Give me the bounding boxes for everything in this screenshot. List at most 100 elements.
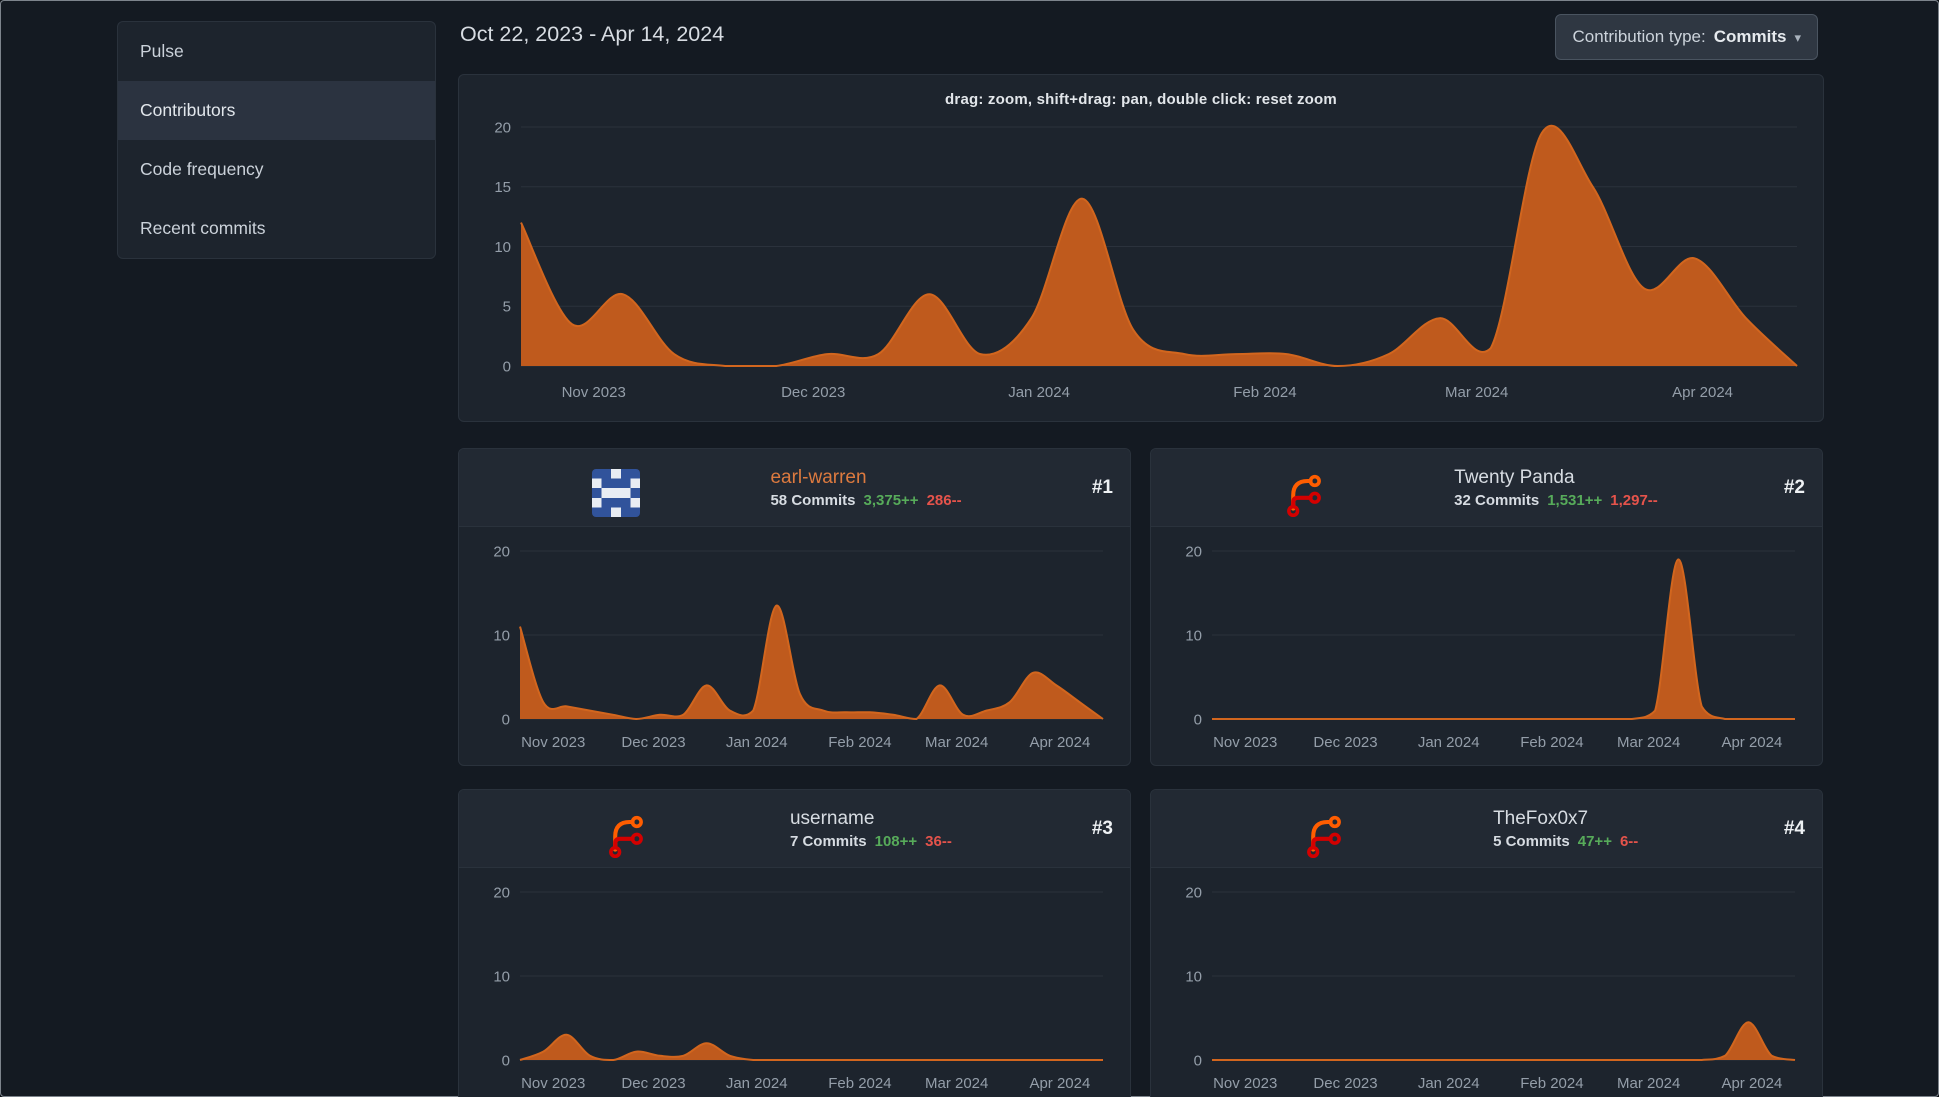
commit-count: 58 Commits [770,491,856,509]
contributor-stats: 58 Commits 3,375++ 286-- [770,492,961,509]
contributor-rank-badge: #4 [1783,817,1805,839]
contribution-type-label: Contribution type: [1572,27,1706,46]
svg-text:20: 20 [493,884,510,901]
svg-text:Apr 2024: Apr 2024 [1721,1075,1782,1092]
svg-text:20: 20 [1185,543,1202,560]
svg-text:0: 0 [503,358,511,375]
contributor-name[interactable]: earl-warren [770,467,961,489]
svg-text:Mar 2024: Mar 2024 [1617,1075,1680,1092]
chevron-down-icon: ▾ [1794,29,1801,45]
svg-text:Feb 2024: Feb 2024 [1520,1075,1583,1092]
forgejo-logo-icon [1287,474,1321,517]
svg-text:Nov 2023: Nov 2023 [1213,1075,1277,1092]
svg-text:10: 10 [1185,627,1202,644]
contributors-page: Pulse Contributors Code frequency Recent… [0,0,1939,1097]
svg-text:Apr 2024: Apr 2024 [1029,734,1090,751]
svg-text:Mar 2024: Mar 2024 [925,734,988,751]
svg-text:20: 20 [494,119,511,136]
additions-count: 108++ [874,832,918,850]
deletions-count: 6-- [1619,832,1639,850]
commit-count: 5 Commits [1493,832,1570,850]
svg-text:Apr 2024: Apr 2024 [1672,384,1733,401]
svg-text:0: 0 [502,711,510,728]
svg-text:Apr 2024: Apr 2024 [1029,1075,1090,1092]
main-content: Oct 22, 2023 - Apr 14, 2024 Contribution… [458,0,1824,1097]
contributor-stats: 7 Commits 108++ 36-- [790,833,952,850]
contributor-rank-badge: #2 [1783,476,1805,498]
svg-text:5: 5 [503,299,511,316]
contributor-card-header: username 7 Commits 108++ 36-- #3 [459,790,1130,868]
commit-count: 32 Commits [1454,491,1540,509]
contributor-stats: 32 Commits 1,531++ 1,297-- [1454,492,1658,509]
svg-text:Feb 2024: Feb 2024 [828,734,891,751]
sidebar-item-contributors[interactable]: Contributors [118,81,435,140]
commit-count: 7 Commits [789,832,867,850]
svg-text:10: 10 [493,968,510,985]
svg-text:Feb 2024: Feb 2024 [1520,734,1583,751]
svg-text:Dec 2023: Dec 2023 [1313,1075,1377,1092]
contribution-type-dropdown[interactable]: Contribution type: Commits ▾ [1555,14,1818,60]
forgejo-logo-icon [1306,815,1341,858]
forgejo-logo-icon [609,815,643,858]
svg-text:Jan 2024: Jan 2024 [726,1075,788,1092]
svg-text:Dec 2023: Dec 2023 [621,1075,685,1092]
contributor-name[interactable]: username [790,808,952,830]
contributor-name[interactable]: TheFox0x7 [1493,808,1638,830]
contributor-rank-badge: #3 [1091,817,1113,839]
svg-text:Nov 2023: Nov 2023 [521,734,585,751]
contributor-name[interactable]: Twenty Panda [1454,467,1658,489]
contributor-avatar-identicon [592,468,641,517]
contribution-type-value: Commits [1713,27,1787,46]
deletions-count: 286-- [926,491,962,509]
svg-text:Nov 2023: Nov 2023 [1213,734,1277,751]
svg-text:Apr 2024: Apr 2024 [1721,734,1782,751]
svg-text:Mar 2024: Mar 2024 [925,1075,988,1092]
svg-text:Jan 2024: Jan 2024 [1418,1075,1480,1092]
svg-text:20: 20 [1185,884,1202,901]
svg-text:Jan 2024: Jan 2024 [1418,734,1480,751]
chart-zoom-hint: drag: zoom, shift+drag: pan, double clic… [945,91,1337,108]
svg-text:Dec 2023: Dec 2023 [781,384,845,401]
contributor-chart[interactable]: 0 10 20 Nov 2023 Dec 2023 Jan 2024 Feb 2024 Mar… [474,878,1115,1097]
sidebar-item-code-frequency[interactable]: Code frequency [118,140,435,199]
contributor-card: earl-warren 58 Commits 3,375++ 286-- #1 … [458,448,1131,766]
additions-count: 1,531++ [1547,491,1603,509]
svg-text:0: 0 [502,1052,510,1069]
sidebar-item-recent-commits[interactable]: Recent commits [118,199,435,258]
svg-text:0: 0 [1194,1052,1202,1069]
svg-text:15: 15 [494,179,511,196]
contributor-stats: 5 Commits 47++ 6-- [1493,833,1638,850]
contributor-card: TheFox0x7 5 Commits 47++ 6-- #4 0 10 20 Nov… [1150,789,1823,1097]
additions-count: 3,375++ [863,491,919,509]
contributor-chart[interactable]: 0 10 20 Nov 2023 Dec 2023 Jan 2024 Feb 2024 Mar… [1166,878,1807,1097]
svg-text:Feb 2024: Feb 2024 [1233,384,1296,401]
svg-text:Mar 2024: Mar 2024 [1617,734,1680,751]
svg-text:0: 0 [1194,711,1202,728]
svg-text:10: 10 [494,239,511,256]
main-chart-panel: drag: zoom, shift+drag: pan, double clic… [458,74,1824,422]
svg-text:Mar 2024: Mar 2024 [1445,384,1508,401]
svg-text:20: 20 [493,543,510,560]
svg-text:Jan 2024: Jan 2024 [726,734,788,751]
additions-count: 47++ [1577,832,1612,850]
svg-text:10: 10 [1185,968,1202,985]
svg-text:Dec 2023: Dec 2023 [621,734,685,751]
deletions-count: 36-- [925,832,952,850]
contributor-chart[interactable]: 0 10 20 Nov 2023 Dec 2023 Jan 2024 Feb 2024 Mar… [474,537,1115,759]
contributor-rank-badge: #1 [1091,476,1113,498]
contributor-card: Twenty Panda 32 Commits 1,531++ 1,297-- … [1150,448,1823,766]
activity-sidebar: Pulse Contributors Code frequency Recent… [117,21,436,259]
contributor-chart[interactable]: 0 10 20 Nov 2023 Dec 2023 Jan 2024 Feb 2024 Mar… [1166,537,1807,759]
contributor-card-header: TheFox0x7 5 Commits 47++ 6-- #4 [1151,790,1822,868]
svg-text:Nov 2023: Nov 2023 [521,1075,585,1092]
contributor-card-header: Twenty Panda 32 Commits 1,531++ 1,297-- … [1151,449,1822,527]
sidebar-item-pulse[interactable]: Pulse [118,22,435,81]
contributor-cards-grid: earl-warren 58 Commits 3,375++ 286-- #1 … [458,448,1824,1097]
deletions-count: 1,297-- [1610,491,1658,509]
main-activity-chart[interactable]: 0 5 10 15 20 Nov 2023 Dec 2023 Jan 2024 Feb 2024… [459,115,1825,409]
contributor-card-header: earl-warren 58 Commits 3,375++ 286-- #1 [459,449,1130,527]
contributor-card: username 7 Commits 108++ 36-- #3 0 10 20 No… [458,789,1131,1097]
svg-text:Feb 2024: Feb 2024 [828,1075,891,1092]
svg-text:10: 10 [493,627,510,644]
svg-text:Dec 2023: Dec 2023 [1313,734,1377,751]
